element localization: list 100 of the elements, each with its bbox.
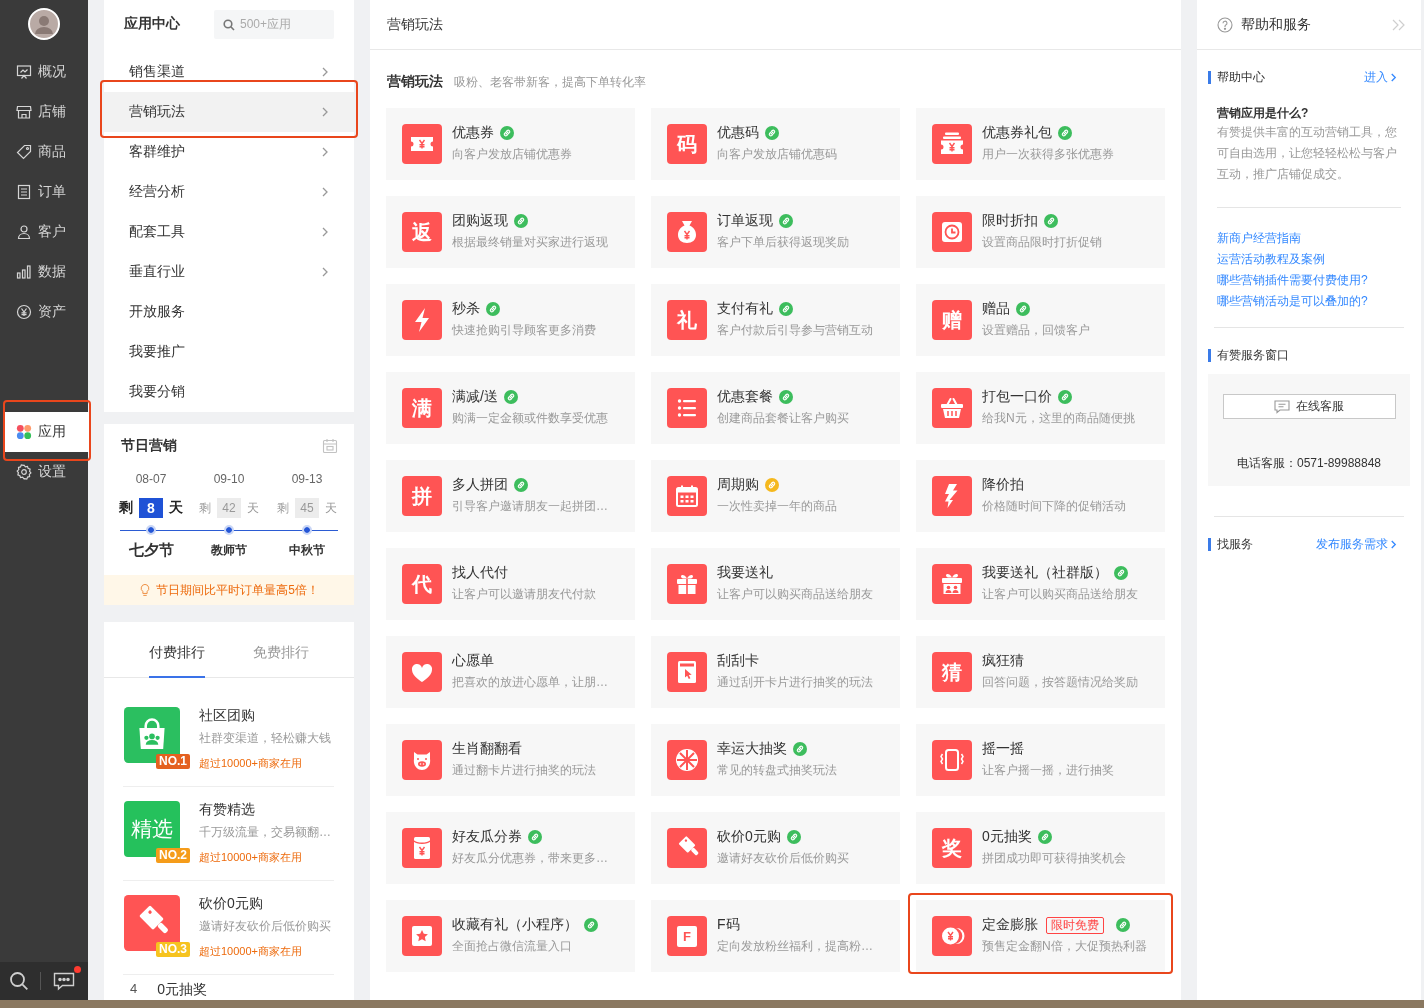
days-label: 天 xyxy=(325,499,337,517)
app-card[interactable]: 猜 疯狂猜 回答问题，按答题情况给奖励 xyxy=(916,636,1165,708)
menu-item[interactable]: 销售渠道 xyxy=(104,52,354,92)
panel-title: 节日营销 xyxy=(121,437,177,455)
rank-badge: NO.3 xyxy=(156,942,190,957)
app-description: 回答问题，按答题情况给奖励 xyxy=(982,674,1138,691)
chevron-right-icon xyxy=(321,267,329,277)
app-card[interactable]: 代 找人代付 让客户可以邀请朋友代付款 xyxy=(386,548,635,620)
menu-item[interactable]: 开放服务 xyxy=(104,292,354,332)
app-card[interactable]: 刮刮卡 通过刮开卡片进行抽奖的玩法 xyxy=(651,636,900,708)
app-title: F码 xyxy=(717,916,740,934)
app-title: 幸运大抽奖 xyxy=(717,740,787,758)
app-card[interactable]: 摇一摇 让客户摇一摇，进行抽奖 xyxy=(916,724,1165,796)
search-icon[interactable] xyxy=(9,971,29,991)
app-description: 让客户摇一摇，进行抽奖 xyxy=(982,762,1114,779)
app-description: 全面抢占微信流量入口 xyxy=(452,938,573,955)
nav-item[interactable]: 概况 xyxy=(0,52,88,92)
app-title: 收藏有礼（小程序） xyxy=(452,916,578,934)
app-card[interactable]: 优惠券 向客户发放店铺优惠券 xyxy=(386,108,635,180)
help-link[interactable]: 哪些营销活动是可以叠加的? xyxy=(1217,291,1368,312)
cleaver-icon xyxy=(667,828,707,868)
app-card[interactable]: 礼 支付有礼 客户付款后引导参与营销互动 xyxy=(651,284,900,356)
menu-item[interactable]: 配套工具 xyxy=(104,212,354,252)
avatar[interactable] xyxy=(28,8,60,40)
app-card[interactable]: 周期购 一次性卖掉一年的商品 xyxy=(651,460,900,532)
app-card[interactable]: 订单返现 客户下单后获得返现奖励 xyxy=(651,196,900,268)
app-description: 通过翻卡片进行抽奖的玩法 xyxy=(452,762,596,779)
festival-date: 09-10 xyxy=(213,472,245,486)
app-title: 我要送礼 xyxy=(717,564,773,582)
app-card[interactable]: 优惠券礼包 用户一次获得多张优惠券 xyxy=(916,108,1165,180)
document-icon xyxy=(16,184,32,200)
app-card[interactable]: 码 优惠码 向客户发放店铺优惠码 xyxy=(651,108,900,180)
app-title: 秒杀 xyxy=(452,300,480,318)
nav-item[interactable]: 客户 xyxy=(0,212,88,252)
app-card[interactable]: 心愿单 把喜欢的放进心愿单，让朋… xyxy=(386,636,635,708)
app-card[interactable]: 我要送礼（社群版） 让客户可以购买商品送给朋友 xyxy=(916,548,1165,620)
menu-item[interactable]: 经营分析 xyxy=(104,172,354,212)
menu-item[interactable]: 营销玩法 xyxy=(104,92,354,132)
app-description: 创建商品套餐让客户购买 xyxy=(717,410,849,427)
app-description: 给我N元，这里的商品随便挑 xyxy=(982,410,1135,427)
app-description: 设置商品限时打折促销 xyxy=(982,234,1102,251)
section-title: 有赞服务窗口 xyxy=(1208,348,1289,362)
coupon-stack-icon xyxy=(932,124,972,164)
help-link[interactable]: 新商户经营指南 xyxy=(1217,228,1301,249)
nav-item[interactable]: 商品 xyxy=(0,132,88,172)
nav-item[interactable]: 资产 xyxy=(0,292,88,332)
app-card[interactable]: 好友瓜分券 好友瓜分优惠券，带来更多… xyxy=(386,812,635,884)
menu-item[interactable]: 垂直行业 xyxy=(104,252,354,292)
tag-icon xyxy=(16,144,32,160)
help-link[interactable]: 运营活动教程及案例 xyxy=(1217,249,1325,270)
scratch-card-icon xyxy=(667,652,707,692)
app-card[interactable]: 收藏有礼（小程序） 全面抢占微信流量入口 xyxy=(386,900,635,972)
app-card[interactable]: 拼 多人拼团 引导客户邀请朋友一起拼团… xyxy=(386,460,635,532)
tab[interactable]: 付费排行 xyxy=(149,622,205,678)
app-description: 让客户可以购买商品送给朋友 xyxy=(982,586,1138,603)
app-card[interactable]: 限时折扣 设置商品限时打折促销 xyxy=(916,196,1165,268)
app-card[interactable]: 优惠套餐 创建商品套餐让客户购买 xyxy=(651,372,900,444)
app-card[interactable]: 生肖翻翻看 通过翻卡片进行抽奖的玩法 xyxy=(386,724,635,796)
app-card[interactable]: 返 团购返现 根据最终销量对买家进行返现 xyxy=(386,196,635,268)
section-title: 帮助中心 xyxy=(1208,70,1265,84)
shop-icon xyxy=(16,104,32,120)
app-card[interactable]: 我要送礼 让客户可以购买商品送给朋友 xyxy=(651,548,900,620)
nav-item[interactable]: 数据 xyxy=(0,252,88,292)
nav-item[interactable]: 设置 xyxy=(0,452,88,492)
link[interactable]: 进入 xyxy=(1364,68,1397,86)
lightning-icon xyxy=(402,300,442,340)
app-card[interactable]: 降价拍 价格随时间下降的促销活动 xyxy=(916,460,1165,532)
app-card[interactable]: 秒杀 快速抢购引导顾客更多消费 xyxy=(386,284,635,356)
chat-icon[interactable] xyxy=(53,971,75,991)
link[interactable]: 发布服务需求 xyxy=(1316,535,1397,553)
menu-item[interactable]: 我要分销 xyxy=(104,372,354,412)
app-description: 邀请好友砍价后低价购买 xyxy=(199,918,331,934)
menu-item[interactable]: 客群维护 xyxy=(104,132,354,172)
app-description: 千万级流量，交易额翻… xyxy=(199,824,331,840)
app-description: 让客户可以邀请朋友代付款 xyxy=(452,586,596,603)
app-title: 心愿单 xyxy=(452,652,494,670)
nav-item[interactable]: 店铺 xyxy=(0,92,88,132)
app-card[interactable]: 幸运大抽奖 常见的转盘式抽奖玩法 xyxy=(651,724,900,796)
menu-item[interactable]: 我要推广 xyxy=(104,332,354,372)
tip-text: 节日期间比平时订单量高5倍！ xyxy=(156,581,319,599)
app-card[interactable]: 打包一口价 给我N元，这里的商品随便挑 xyxy=(916,372,1165,444)
search-field[interactable]: 500+应用 xyxy=(214,9,334,39)
nav-item[interactable]: 订单 xyxy=(0,172,88,212)
festival-name: 中秋节 xyxy=(289,541,325,559)
app-card[interactable]: 砍价0元购 邀请好友砍价后低价购买 xyxy=(651,812,900,884)
app-card[interactable]: 满 满减/送 购满一定金额或件数享受优惠 xyxy=(386,372,635,444)
app-card[interactable]: 赠 赠品 设置赠品，回馈客户 xyxy=(916,284,1165,356)
online-service-button[interactable]: 在线客服 xyxy=(1222,394,1396,419)
app-card[interactable]: 定金膨胀 限时免费 预售定金翻N倍，大促预热利器 xyxy=(916,900,1165,972)
app-description: 购满一定金额或件数享受优惠 xyxy=(452,410,608,427)
nav-item[interactable]: 应用 xyxy=(5,412,89,452)
search-icon xyxy=(223,18,235,31)
app-description: 拼团成功即可获得抽奖机会 xyxy=(982,850,1126,867)
section-title: 找服务 xyxy=(1208,537,1253,551)
app-title: 好友瓜分券 xyxy=(452,828,522,846)
app-card[interactable]: 奖 0元抽奖 拼团成功即可获得抽奖机会 xyxy=(916,812,1165,884)
app-card[interactable]: F F码 定向发放粉丝福利，提高粉… xyxy=(651,900,900,972)
days-label: 剩 xyxy=(277,499,289,517)
rank-badge: NO.2 xyxy=(156,848,190,863)
help-link[interactable]: 哪些营销插件需要付费使用? xyxy=(1217,270,1368,291)
